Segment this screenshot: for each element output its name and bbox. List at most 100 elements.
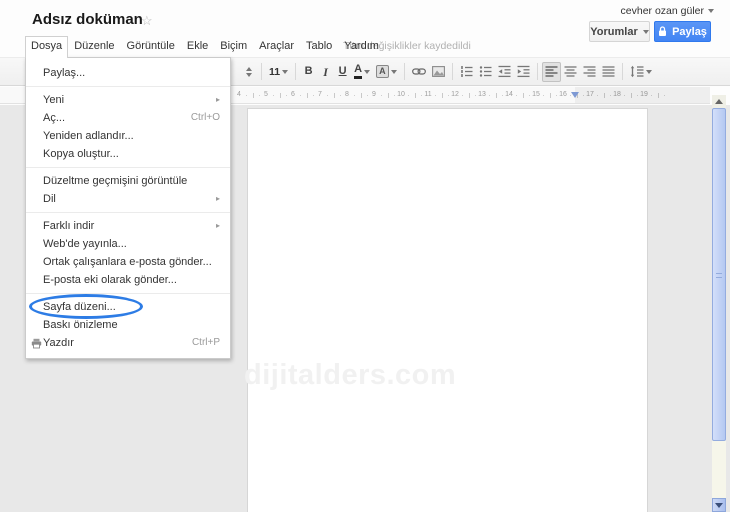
scroll-down-button[interactable] (712, 498, 726, 512)
align-center-icon (564, 66, 577, 77)
menu-item-dil[interactable]: Dil ▸ (26, 190, 230, 208)
menu-görüntüle[interactable]: Görüntüle (121, 36, 181, 57)
link-icon (411, 68, 426, 75)
bulleted-list-button[interactable] (476, 62, 495, 82)
numbered-list-button[interactable] (457, 62, 476, 82)
vertical-scrollbar[interactable] (712, 95, 726, 512)
ruler-tick (468, 93, 470, 98)
font-size-dropdown[interactable]: 11 (266, 62, 291, 82)
ruler-dot (394, 95, 396, 96)
ruler-tick (306, 93, 308, 98)
ruler-dot (340, 95, 342, 96)
ruler-number: 13 (478, 91, 486, 98)
menu-item-e-posta-eki-olarak-gönder[interactable]: E-posta eki olarak gönder... (26, 271, 230, 289)
scrollbar-thumb[interactable] (712, 108, 726, 441)
document-page[interactable]: dijitalders.com (244, 108, 648, 512)
align-left-icon (545, 66, 558, 77)
align-justify-button[interactable] (599, 62, 618, 82)
menu-item-düzeltme-geçmişini-görüntüle[interactable]: Düzeltme geçmişini görüntüle (26, 172, 230, 190)
toolbar-separator (451, 63, 453, 80)
menu-item-baskı-önizleme[interactable]: Baskı önizleme (26, 316, 230, 334)
underline-button[interactable]: U (334, 62, 351, 82)
menu-item-sayfa-düzeni[interactable]: Sayfa düzeni... (26, 294, 230, 319)
submenu-arrow-icon: ▸ (215, 194, 220, 203)
watermark: dijitalders.com (244, 359, 457, 391)
star-icon[interactable]: ☆ (141, 13, 153, 29)
chevron-down-icon (390, 69, 397, 74)
menu-dosya[interactable]: Dosya (25, 36, 69, 58)
scroll-up-button[interactable] (712, 95, 726, 108)
menu-item-farklı-indir[interactable]: Farklı indir ▸ (26, 217, 230, 235)
ruler-dot (515, 95, 517, 96)
menu-item-shortcut: Ctrl+P (191, 337, 220, 348)
menu-item-label: E-posta eki olarak gönder... (43, 274, 177, 286)
comments-button[interactable]: Yorumlar (589, 21, 650, 42)
text-color-button[interactable]: A (351, 62, 373, 82)
menu-item-web-de-yayınla[interactable]: Web'de yayınla... (26, 235, 230, 253)
align-justify-icon (602, 66, 615, 77)
share-button[interactable]: Paylaş (654, 21, 711, 42)
menu-item-kopya-oluştur[interactable]: Kopya oluştur... (26, 145, 230, 163)
font-size-stepper[interactable] (240, 62, 257, 82)
ruler-dot (407, 95, 409, 96)
menu-item-paylaş[interactable]: Paylaş... (26, 64, 230, 82)
menu-item-yeniden-adlandır[interactable]: Yeniden adlandır... (26, 127, 230, 145)
ruler-tick (333, 93, 335, 98)
document-title[interactable]: Adsız doküman (32, 11, 143, 28)
ruler-tick (252, 93, 254, 98)
bold-button[interactable]: B (300, 62, 317, 82)
menubar: Dosya Düzenle Görüntüle Ekle Biçim Araçlar Tab… (25, 36, 385, 58)
ruler-scale: 4 5 6 7 8 9 10 11 12 13 14 15 16 17 18 19 (232, 87, 710, 103)
menu-item-yazdır[interactable]: Yazdır Ctrl+P (26, 334, 230, 352)
toolbar-separator (261, 63, 262, 80)
toolbar-separator (536, 63, 538, 80)
align-right-button[interactable] (580, 62, 599, 82)
ruler-number: 16 (559, 91, 567, 98)
ruler-number: 7 (318, 91, 322, 98)
highlight-color-button[interactable]: A (373, 62, 400, 82)
menu-item-aç[interactable]: Aç... Ctrl+O (26, 109, 230, 127)
printer-icon (31, 338, 42, 349)
insert-link-button[interactable] (409, 62, 429, 82)
ruler-number: 5 (264, 91, 268, 98)
menu-item-label: Baskı önizleme (43, 319, 118, 331)
menu-item-shortcut: Ctrl+O (190, 112, 220, 123)
menu-biçim[interactable]: Biçim (214, 36, 253, 57)
align-center-button[interactable] (561, 62, 580, 82)
ruler-dot (245, 95, 247, 96)
menu-tablo[interactable]: Tablo (300, 36, 338, 57)
chevron-down-icon (645, 69, 652, 74)
ruler-number: 8 (345, 91, 349, 98)
ruler-dot (542, 95, 544, 96)
chevron-down-icon (364, 69, 371, 74)
menu-item-label: Düzeltme geçmişini görüntüle (43, 175, 188, 187)
toolbar-separator (403, 63, 405, 80)
line-spacing-button[interactable] (627, 62, 655, 82)
menu-item-label: Aç... (43, 112, 66, 124)
ruler-right-margin (575, 87, 710, 103)
align-left-button[interactable] (541, 61, 561, 82)
menu-düzenle[interactable]: Düzenle (68, 36, 120, 57)
account-menu[interactable]: cevher ozan güler (621, 5, 714, 17)
ruler-tick (495, 93, 497, 98)
menu-araçlar[interactable]: Araçlar (253, 36, 300, 57)
menu-item-label: Yazdır (43, 337, 74, 349)
decrease-indent-button[interactable] (495, 62, 514, 82)
menu-item-ortak-çalışanlara-e-posta-gönder[interactable]: Ortak çalışanlara e-posta gönder... (26, 253, 230, 271)
ruler-dot (502, 95, 504, 96)
menu-yardım[interactable]: Yardım (338, 36, 385, 57)
ruler-dot (380, 95, 382, 96)
menu-ekle[interactable]: Ekle (181, 36, 214, 57)
ruler-tick (549, 93, 551, 98)
numbered-list-icon (460, 66, 473, 77)
increase-indent-button[interactable] (514, 62, 533, 82)
ruler-dot (353, 95, 355, 96)
ruler-tick (441, 93, 443, 98)
italic-button[interactable]: I (317, 62, 334, 82)
ruler-number: 10 (397, 91, 405, 98)
user-name: cevher ozan güler (620, 5, 704, 17)
arrow-up-icon (245, 66, 252, 71)
right-margin-marker[interactable] (571, 92, 580, 98)
insert-image-button[interactable] (429, 62, 448, 82)
menu-item-yeni[interactable]: Yeni ▸ (26, 91, 230, 109)
